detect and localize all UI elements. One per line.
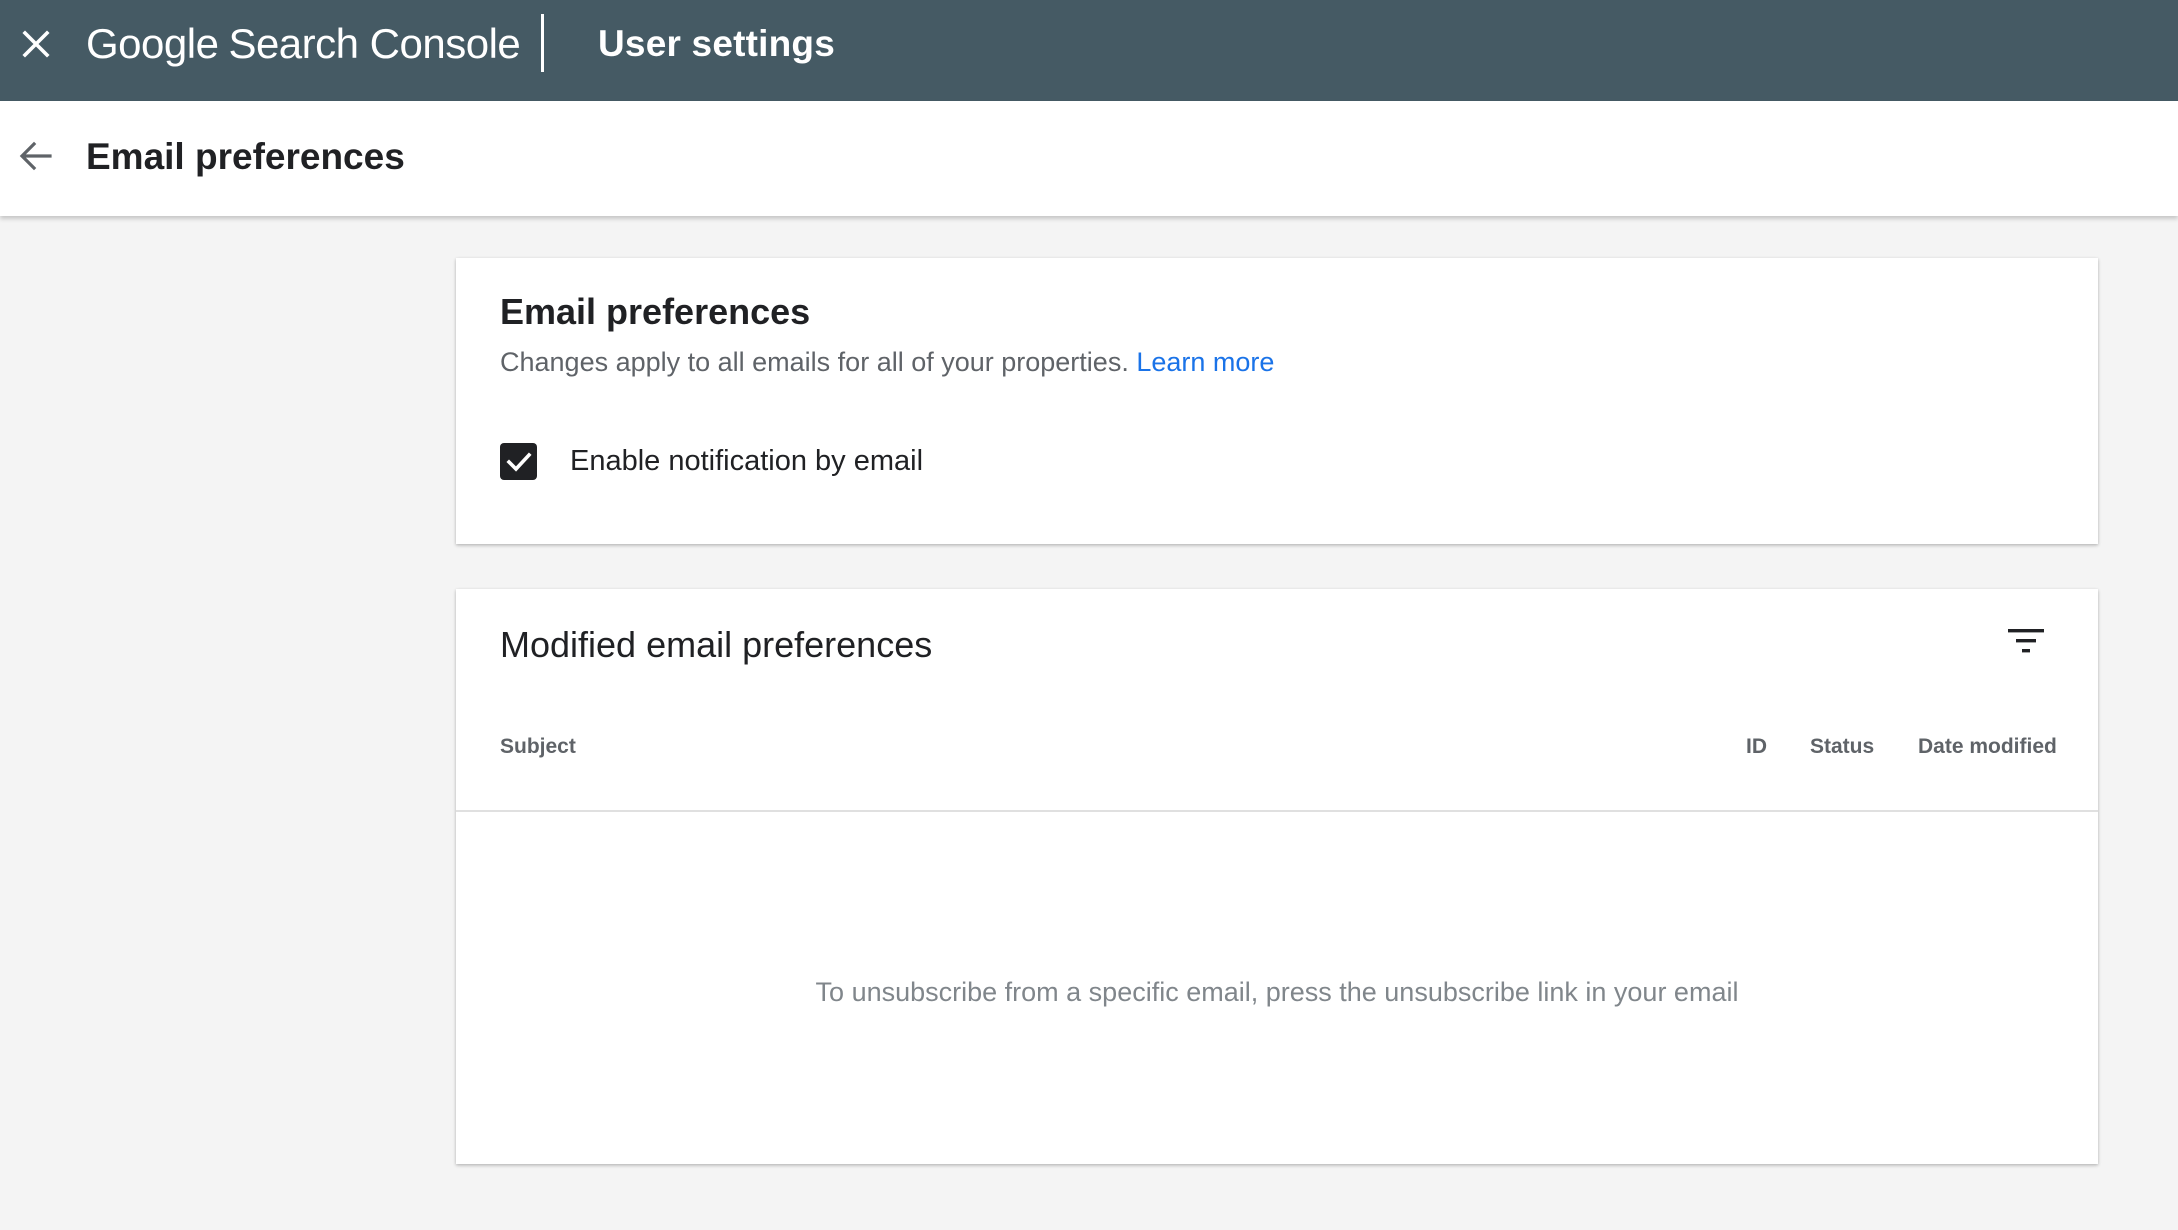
email-preferences-description: Changes apply to all emails for all of y… — [500, 344, 1274, 380]
email-preferences-card: Email preferences Changes apply to all e… — [456, 258, 2098, 544]
enable-notification-label[interactable]: Enable notification by email — [570, 442, 923, 480]
page-title: Email preferences — [86, 136, 405, 177]
empty-table-message: To unsubscribe from a specific email, pr… — [815, 977, 1739, 1007]
table-header: Subject ID Status Date modified — [456, 722, 2098, 812]
close-icon — [22, 30, 50, 58]
email-preferences-heading: Email preferences — [500, 291, 811, 332]
learn-more-link[interactable]: Learn more — [1136, 347, 1274, 377]
column-header-date-modified[interactable]: Date modified — [1918, 732, 2057, 762]
description-text: Changes apply to all emails for all of y… — [500, 347, 1129, 377]
arrow-back-icon — [19, 141, 52, 171]
column-header-status[interactable]: Status — [1810, 732, 1874, 762]
page-subheader: Email preferences — [0, 101, 2178, 216]
app-title: User settings — [598, 23, 836, 64]
checkmark-icon — [505, 451, 532, 472]
filter-icon — [2008, 629, 2044, 653]
modified-preferences-heading: Modified email preferences — [500, 624, 933, 665]
search-console-logo[interactable]: Google Search Console — [86, 18, 521, 70]
filter-button[interactable] — [2000, 615, 2052, 667]
column-header-subject[interactable]: Subject — [500, 732, 576, 762]
modified-email-preferences-card: Modified email preferences Subject ID St… — [456, 589, 2098, 1164]
top-app-bar: Google Search Console User settings — [0, 0, 2178, 101]
column-header-id[interactable]: ID — [1746, 732, 1767, 762]
logo-product-text: Search Console — [228, 20, 521, 67]
enable-notification-checkbox[interactable] — [500, 443, 537, 480]
back-button[interactable] — [12, 133, 58, 179]
logo-google-text: Google — [86, 20, 219, 67]
close-button[interactable] — [14, 22, 58, 66]
header-divider — [541, 14, 544, 72]
